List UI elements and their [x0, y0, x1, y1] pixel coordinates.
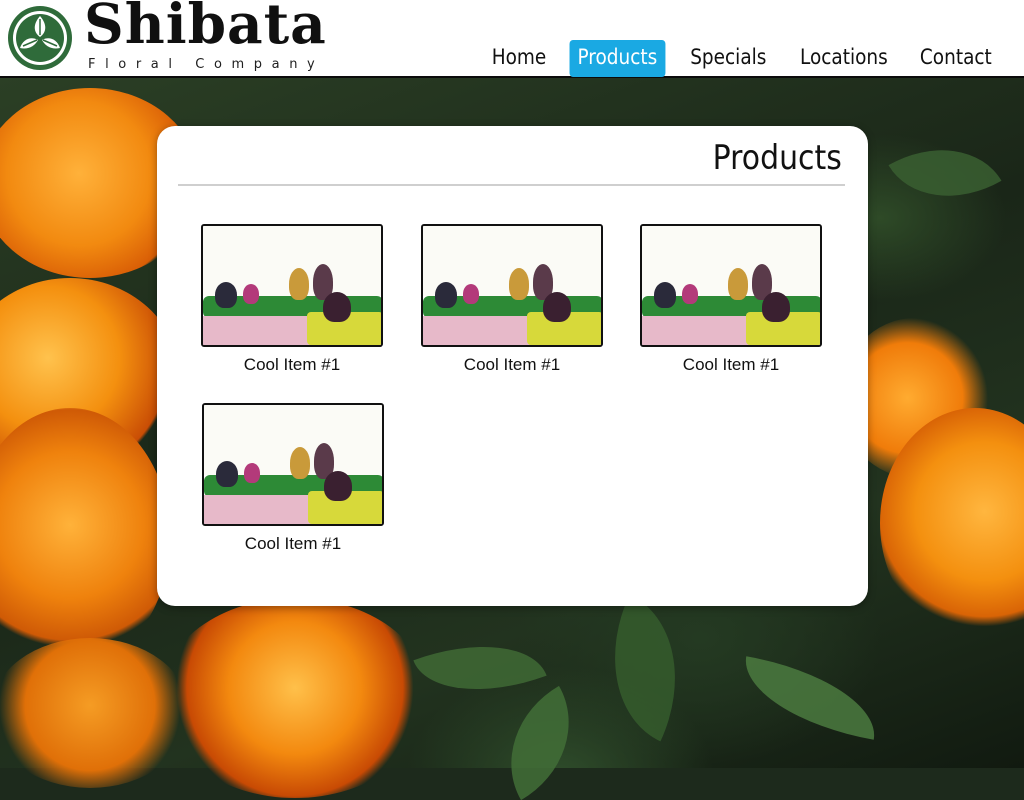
title-divider	[178, 184, 845, 186]
figurine	[728, 268, 748, 300]
figurine	[543, 292, 571, 322]
site-header: Shibata Floral Company Home Products Spe…	[0, 0, 1024, 78]
figurine	[324, 471, 352, 501]
product-thumbnail[interactable]	[202, 403, 384, 526]
product-card[interactable]: Cool Item #1	[201, 224, 383, 375]
product-caption[interactable]: Cool Item #1	[640, 355, 822, 375]
marigold-flower	[160, 598, 430, 798]
figurine	[244, 463, 260, 483]
product-caption[interactable]: Cool Item #1	[202, 534, 384, 554]
product-caption[interactable]: Cool Item #1	[201, 355, 383, 375]
family-crest-logo-icon[interactable]	[6, 4, 74, 72]
leaf-shape	[481, 685, 599, 800]
nav-item-specials[interactable]: Specials	[682, 40, 774, 77]
leaf-shape	[413, 619, 547, 717]
figurine	[682, 284, 698, 304]
product-card[interactable]: Cool Item #1	[421, 224, 603, 375]
products-panel: Products Cool Item #1 Cool Item #1 Cool …	[157, 126, 868, 606]
figurine	[435, 282, 457, 308]
product-thumbnail[interactable]	[421, 224, 603, 347]
figurine	[323, 292, 351, 322]
brand-tagline: Floral Company	[88, 57, 325, 72]
product-card[interactable]: Cool Item #1	[640, 224, 822, 375]
nav-item-locations[interactable]: Locations	[792, 40, 896, 77]
page-title: Products	[712, 138, 842, 178]
leaf-shape	[888, 120, 1002, 226]
main-nav: Home Products Specials Locations Contact	[479, 40, 1006, 77]
figurine	[290, 447, 310, 479]
leaf-shape	[735, 656, 885, 740]
figurine	[463, 284, 479, 304]
nav-item-contact[interactable]: Contact	[912, 40, 1000, 77]
figurine	[216, 461, 238, 487]
nav-item-products[interactable]: Products	[569, 40, 666, 77]
figurine	[509, 268, 529, 300]
product-card[interactable]: Cool Item #1	[202, 403, 384, 554]
product-caption[interactable]: Cool Item #1	[421, 355, 603, 375]
figurine	[654, 282, 676, 308]
leaf-shape	[578, 594, 712, 742]
figurine	[289, 268, 309, 300]
product-thumbnail[interactable]	[640, 224, 822, 347]
figurine	[215, 282, 237, 308]
product-thumbnail[interactable]	[201, 224, 383, 347]
brand-name[interactable]: Shibata	[84, 0, 327, 51]
nav-item-home[interactable]: Home	[484, 40, 554, 77]
figurine	[243, 284, 259, 304]
figurine	[762, 292, 790, 322]
